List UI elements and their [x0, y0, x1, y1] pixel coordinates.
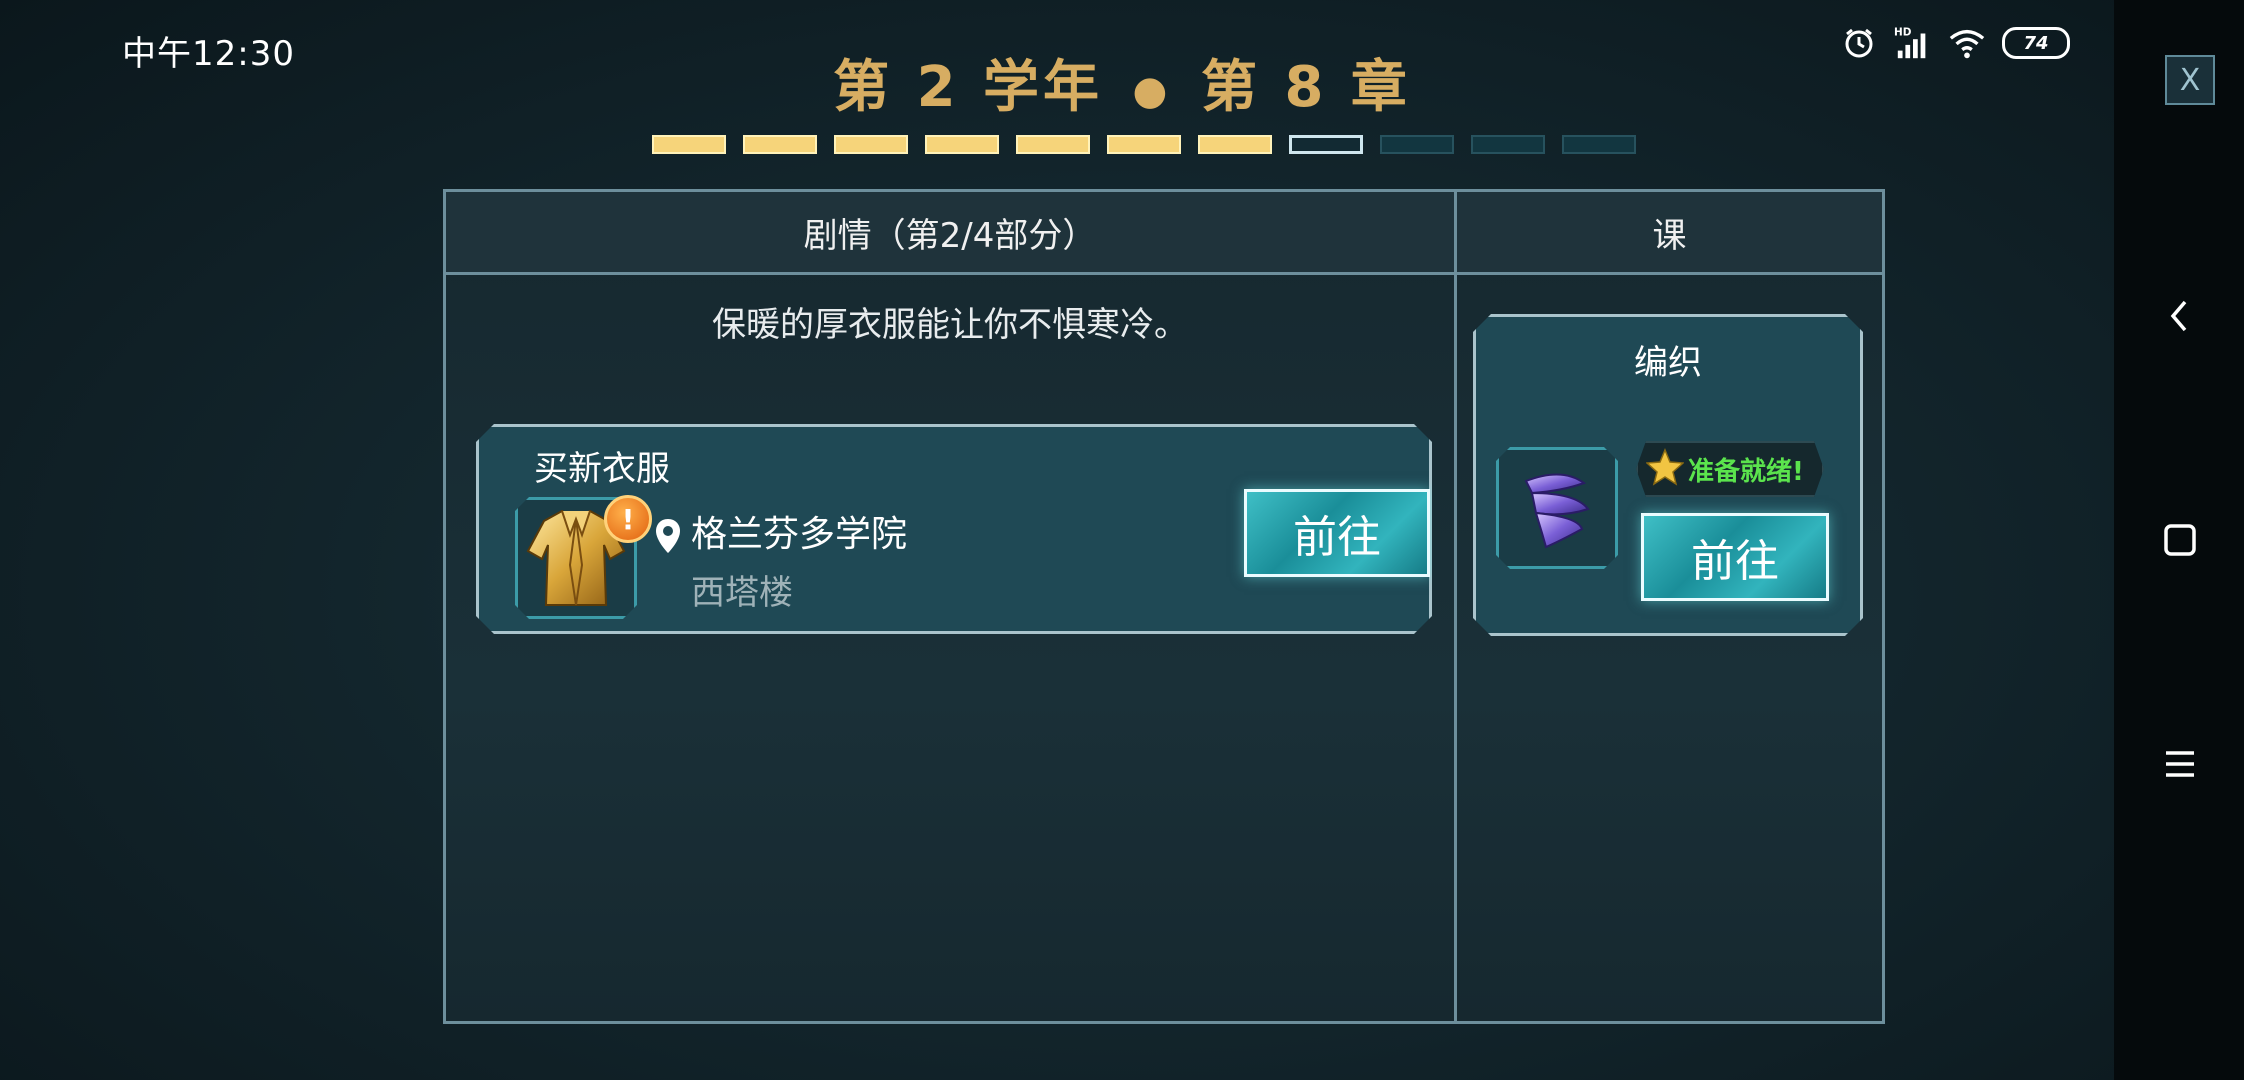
progress-segment-filled	[1198, 135, 1272, 154]
progress-segment-filled	[925, 135, 999, 154]
progress-segment-current	[1289, 135, 1363, 154]
ready-badge: 准备就绪!	[1636, 441, 1824, 497]
class-card: 编织 准备就绪! 前往	[1473, 314, 1863, 636]
back-nav-button[interactable]	[2150, 286, 2210, 346]
story-column: 剧情（第2/4部分） 保暖的厚衣服能让你不惧寒冷。 买新衣服 ! 格兰芬多学院 …	[446, 192, 1457, 1021]
title-separator: ●	[1132, 67, 1172, 114]
progress-segment-empty	[1562, 135, 1636, 154]
title-chapter: 第 8 章	[1200, 55, 1411, 120]
progress-segment-filled	[834, 135, 908, 154]
quest-location: 格兰芬多学院	[691, 514, 908, 555]
class-column: 课 编织 准备就绪! 前往	[1457, 192, 1882, 1021]
chapter-panel: 剧情（第2/4部分） 保暖的厚衣服能让你不惧寒冷。 买新衣服 ! 格兰芬多学院 …	[443, 189, 1885, 1024]
chapter-title: 第 2 学年 ● 第 8 章	[0, 42, 2244, 123]
star-icon	[1646, 448, 1684, 490]
story-header: 剧情（第2/4部分）	[446, 192, 1454, 275]
title-year: 第 2 学年	[833, 55, 1104, 120]
quest-go-button[interactable]: 前往	[1244, 489, 1430, 577]
svg-text:HD: HD	[1894, 26, 1912, 38]
progress-segment-filled	[1016, 135, 1090, 154]
home-nav-button[interactable]	[2150, 510, 2210, 570]
progress-segment-filled	[743, 135, 817, 154]
alert-badge: !	[604, 495, 652, 543]
progress-segment-filled	[652, 135, 726, 154]
progress-segment-filled	[1107, 135, 1181, 154]
knitting-ribbon-icon	[1496, 447, 1618, 569]
ready-text: 准备就绪!	[1688, 456, 1804, 487]
class-title: 编织	[1634, 343, 1702, 383]
class-header: 课	[1457, 192, 1882, 275]
quest-sublocation: 西塔楼	[691, 573, 793, 613]
progress-segment-empty	[1380, 135, 1454, 154]
location-pin-icon	[654, 517, 682, 559]
quest-title: 买新衣服	[534, 449, 670, 489]
progress-segment-empty	[1471, 135, 1545, 154]
menu-nav-button[interactable]	[2150, 734, 2210, 794]
game-screen: 中午12:30 HD 74 X 第 2 学年 ● 第 8 章 剧情（第2/4部分…	[0, 0, 2244, 1080]
story-description: 保暖的厚衣服能让你不惧寒冷。	[712, 305, 1188, 345]
class-go-button[interactable]: 前往	[1641, 513, 1829, 601]
chapter-progress-bar	[652, 135, 1636, 154]
quest-card: 买新衣服 ! 格兰芬多学院 西塔楼 前往	[476, 424, 1432, 634]
